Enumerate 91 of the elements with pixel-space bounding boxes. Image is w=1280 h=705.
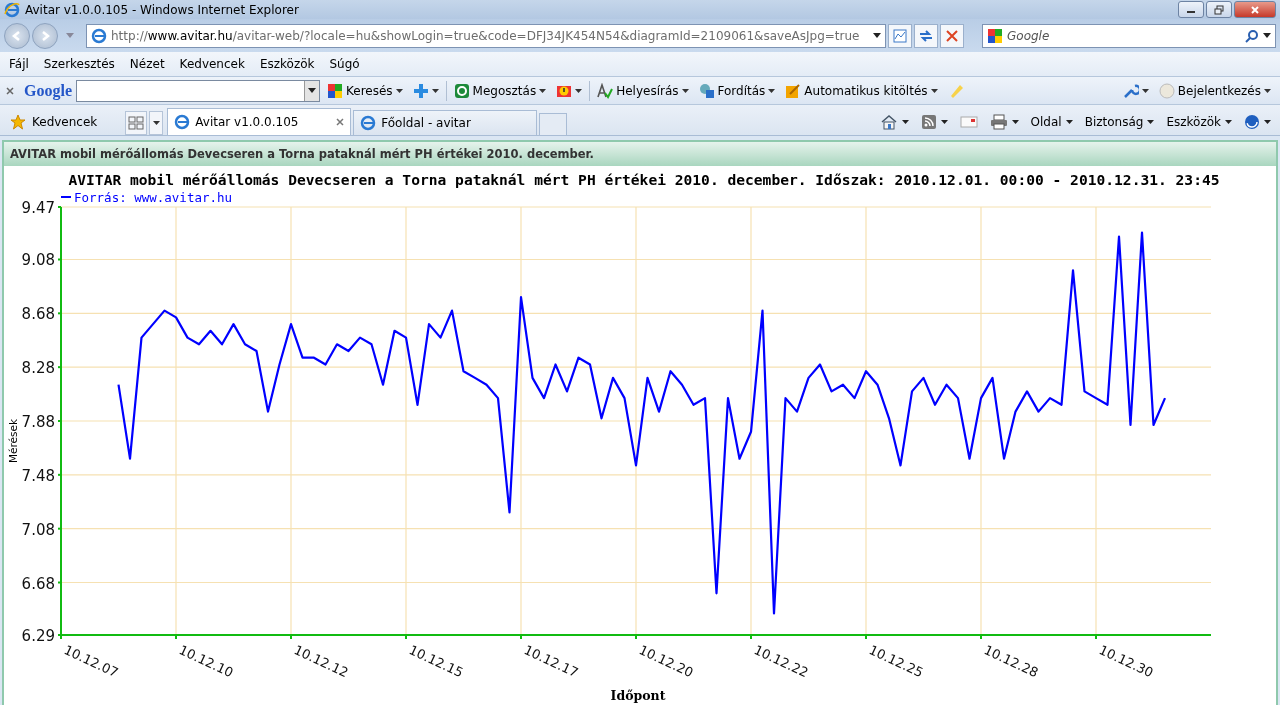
window-title: Avitar v1.0.0.105 - Windows Internet Explorer xyxy=(25,2,299,17)
caret-icon[interactable] xyxy=(873,33,881,38)
refresh-icon xyxy=(918,27,934,44)
caret-icon[interactable] xyxy=(1263,33,1271,38)
search-provider-icon xyxy=(987,27,1003,44)
close-icon[interactable] xyxy=(6,86,14,95)
feed-icon xyxy=(920,114,937,130)
y-tick-label: 9.08 xyxy=(21,251,55,270)
pencil-icon xyxy=(785,82,802,99)
search-field[interactable]: Google xyxy=(982,23,1276,48)
forward-button[interactable] xyxy=(32,22,58,49)
close-icon xyxy=(944,27,960,44)
search-icon[interactable] xyxy=(1245,28,1259,43)
caret-icon xyxy=(1141,88,1149,93)
y-tick-label: 9.47 xyxy=(21,199,55,217)
stop-button[interactable] xyxy=(940,23,964,48)
spell-check-icon xyxy=(597,82,614,99)
menu-button[interactable]: Eszközök xyxy=(1161,109,1237,135)
plus-icon xyxy=(412,82,429,99)
spell-button[interactable]: Helyesírás xyxy=(594,79,692,102)
close-button[interactable] xyxy=(1234,1,1276,18)
restore-button[interactable] xyxy=(1206,1,1232,18)
menu-item[interactable]: Kedvencek xyxy=(179,57,245,71)
caret-icon xyxy=(395,88,403,93)
grid-icon xyxy=(128,116,145,130)
share-icon xyxy=(453,82,470,99)
y-tick-label: 8.68 xyxy=(21,305,55,324)
help-icon xyxy=(1244,114,1260,130)
menu-item[interactable]: Súgó xyxy=(329,57,360,71)
close-icon xyxy=(1250,4,1260,15)
autofill-button[interactable]: Automatikus kitöltés xyxy=(782,79,941,102)
compatibility-button[interactable] xyxy=(888,23,912,48)
legend-item: Forrás: www.avitar.hu xyxy=(61,190,233,205)
y-tick-label: 8.28 xyxy=(21,359,55,378)
page-icon xyxy=(360,115,377,131)
y-tick-label: 7.88 xyxy=(21,413,55,431)
google-logo: Google xyxy=(24,81,72,100)
browser-tab[interactable]: Avitar v1.0.0.105 xyxy=(167,108,352,135)
menu-item[interactable]: Nézet xyxy=(129,57,165,71)
caret-icon xyxy=(1065,120,1073,124)
caret-icon xyxy=(930,88,938,93)
caret-icon xyxy=(1225,120,1232,124)
restore-icon xyxy=(1214,4,1224,15)
caret-icon xyxy=(940,120,948,124)
translate-button[interactable]: Fordítás xyxy=(695,79,779,102)
y-tick-label: 7.08 xyxy=(21,520,55,539)
x-axis-title: Időpont xyxy=(610,688,666,703)
page-icon xyxy=(91,27,107,44)
chart-title: AVITAR mobil mérőállomás Devecseren a Torna pataknál mért PH értékei 2010. december. Időszak: 2010.12.01. 00:00 - 2010.12.31. 23:45 xyxy=(68,171,1220,188)
close-icon[interactable] xyxy=(336,118,345,126)
colored-squares-icon xyxy=(327,82,343,99)
caret-icon xyxy=(431,88,439,93)
menu-button[interactable]: Oldal xyxy=(1025,109,1078,135)
avatar-icon xyxy=(1158,82,1175,99)
caret-icon xyxy=(768,88,776,93)
y-axis-title: Mérések xyxy=(7,418,19,464)
panel-title: AVITAR mobil mérőállomás Devecseren a Torna pataknál mért PH értékei 2010. december. xyxy=(10,147,594,161)
favorites-button[interactable]: Kedvencek xyxy=(4,109,104,135)
menu-item[interactable]: Eszközök xyxy=(259,57,315,71)
share-button[interactable]: Megosztás xyxy=(450,79,550,102)
caret-icon xyxy=(1264,120,1271,124)
caret-icon xyxy=(1264,88,1271,93)
caret-icon xyxy=(539,88,547,93)
toolbar-search-field[interactable] xyxy=(76,79,320,102)
printer-icon xyxy=(989,114,1008,130)
caret-icon xyxy=(901,120,909,124)
back-button[interactable] xyxy=(4,22,30,49)
menu-button[interactable]: Biztonság xyxy=(1079,109,1160,135)
caret-icon xyxy=(1147,120,1155,124)
caret-icon xyxy=(152,121,160,125)
browser-icon xyxy=(4,1,20,18)
caret-icon[interactable] xyxy=(308,88,316,93)
envelope-icon xyxy=(959,115,978,129)
sign-in-button[interactable]: Bejelentkezés xyxy=(1155,79,1274,102)
caret-icon xyxy=(681,88,689,93)
page-icon xyxy=(174,114,191,130)
menu-item[interactable]: Szerkesztés xyxy=(43,57,115,71)
menu-item[interactable]: Fájl xyxy=(9,57,29,71)
home-icon xyxy=(879,114,898,130)
tab-list-button[interactable] xyxy=(149,111,164,135)
y-tick-label: 7.48 xyxy=(21,466,55,485)
y-tick-label: 6.68 xyxy=(21,574,55,593)
address-field[interactable]: http://www.avitar.hu/avitar-web/?locale=hu&showLogin=true&code=DFJ34JK454N54&diagramId=2109061&saveAsJpg=true xyxy=(86,23,886,48)
y-tick-label: 6.29 xyxy=(21,627,55,645)
search-button[interactable]: Keresés xyxy=(324,79,406,102)
browser-tab[interactable]: Főoldal - avitar xyxy=(353,110,538,135)
star-icon xyxy=(10,114,26,130)
caret-icon xyxy=(1011,120,1019,124)
refresh-button[interactable] xyxy=(914,23,938,48)
caret-icon xyxy=(575,88,583,93)
minimize-button[interactable] xyxy=(1178,1,1204,18)
